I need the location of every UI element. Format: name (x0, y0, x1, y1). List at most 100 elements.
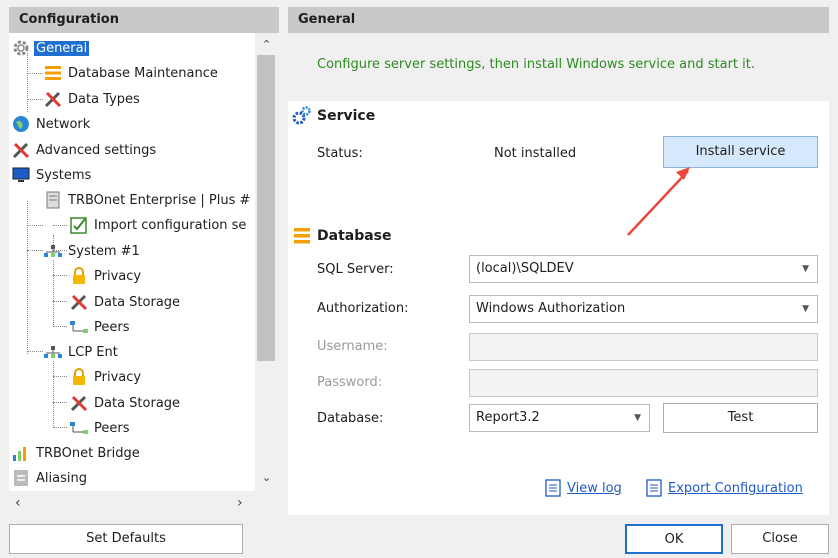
tree-item-general[interactable]: General (11, 37, 90, 59)
tree-item-network[interactable]: Network (11, 113, 92, 135)
tools-icon (43, 89, 63, 109)
sql-server-label: SQL Server: (317, 262, 394, 277)
password-label: Password: (317, 375, 383, 390)
tree-item-label: Privacy (94, 268, 142, 284)
tools-icon (11, 140, 31, 160)
log-file-icon (545, 479, 563, 497)
configuration-tree[interactable]: General Database Maintenance Data Types … (9, 33, 279, 515)
username-label: Username: (317, 339, 388, 354)
configuration-panel-title: Configuration (9, 7, 279, 33)
close-button[interactable]: Close (731, 524, 829, 554)
view-log-text[interactable]: View log (567, 481, 622, 496)
database-value: Report3.2 (476, 410, 540, 425)
chevron-down-icon[interactable]: ▼ (802, 256, 809, 282)
scroll-right-icon[interactable]: › (237, 495, 243, 511)
tree-item-label: Data Types (68, 91, 140, 107)
tree-item-systems[interactable]: Systems (11, 164, 93, 186)
tree-item-privacy[interactable]: Privacy (69, 366, 143, 388)
tree-item-lcp-ent[interactable]: LCP Ent (43, 341, 120, 363)
tools-icon (69, 393, 89, 413)
scroll-down-icon[interactable]: ⌄ (262, 471, 271, 484)
tree-item-privacy[interactable]: Privacy (69, 265, 143, 287)
tree-item-label: LCP Ent (68, 344, 118, 360)
tree-item-database-maintenance[interactable]: Database Maintenance (43, 62, 220, 84)
tree-item-trbonet-enterprise[interactable]: TRBOnet Enterprise | Plus # (43, 189, 252, 211)
tree-item-label: TRBOnet Enterprise | Plus # (68, 192, 251, 208)
general-settings-panel: Configure server settings, then install … (288, 33, 829, 515)
tree-item-label: Import configuration se (94, 217, 247, 233)
tree-item-label: Privacy (94, 369, 142, 385)
lock-icon (69, 266, 89, 286)
annotation-arrow (627, 167, 690, 236)
general-panel-title: General (288, 7, 829, 33)
system-network-icon (43, 241, 63, 261)
document-icon (11, 468, 31, 488)
database-title-text: Database (317, 227, 392, 244)
scrollbar-thumb[interactable] (257, 55, 275, 361)
scroll-left-icon[interactable]: ‹ (15, 495, 21, 511)
tree-item-label: Systems (36, 167, 92, 183)
tree-item-label: Data Storage (94, 395, 181, 411)
tree-item-label: TRBOnet Bridge (36, 445, 140, 461)
chevron-down-icon[interactable]: ▼ (802, 296, 809, 322)
tree-item-aliasing[interactable]: Aliasing (11, 467, 89, 489)
hint-text: Configure server settings, then install … (317, 57, 755, 72)
authorization-label: Authorization: (317, 301, 409, 316)
tree-item-system-1[interactable]: System #1 (43, 240, 142, 262)
tree-item-label: Network (36, 116, 91, 132)
service-title-text: Service (317, 108, 376, 124)
gear-icon (11, 38, 31, 58)
password-input[interactable] (469, 369, 818, 397)
tree-item-data-storage[interactable]: Data Storage (69, 291, 182, 313)
peers-icon (69, 317, 89, 337)
tree-vertical-scrollbar[interactable]: ⌃ ⌄ (255, 33, 279, 491)
tree-item-import-configuration[interactable]: Import configuration se (69, 214, 248, 236)
tree-item-label: Aliasing (36, 470, 87, 486)
tree-item-trbonet-bridge[interactable]: TRBOnet Bridge (11, 442, 142, 464)
ok-button[interactable]: OK (625, 524, 723, 554)
network-globe-icon (11, 114, 31, 134)
gears-icon (291, 106, 311, 126)
status-value: Not installed (494, 146, 577, 161)
export-file-icon (646, 479, 664, 497)
tree-item-peers[interactable]: Peers (69, 417, 132, 439)
status-label: Status: (317, 146, 363, 161)
tree-horizontal-scrollbar[interactable]: ‹ › (9, 491, 279, 515)
system-network-icon (43, 342, 63, 362)
server-icon (43, 190, 63, 210)
database-maintenance-icon (43, 63, 63, 83)
tree-item-label: General (34, 40, 90, 56)
set-defaults-button[interactable]: Set Defaults (9, 524, 243, 554)
database-icon (293, 227, 311, 244)
test-button[interactable]: Test (663, 403, 818, 433)
tree-item-advanced-settings[interactable]: Advanced settings (11, 139, 158, 161)
hint-bar: Configure server settings, then install … (288, 33, 829, 101)
bars-chart-icon (11, 443, 31, 463)
scroll-up-icon[interactable]: ⌃ (262, 38, 271, 51)
tree-item-data-storage[interactable]: Data Storage (69, 392, 182, 414)
database-combo[interactable]: Report3.2 ▼ (469, 404, 650, 432)
export-configuration-text[interactable]: Export Configuration (668, 481, 803, 496)
tree-item-label: Database Maintenance (68, 65, 218, 81)
lock-icon (69, 367, 89, 387)
export-configuration-link[interactable]: Export Configuration (646, 479, 803, 497)
tools-icon (69, 292, 89, 312)
sql-server-combo[interactable]: (local)\SQLDEV ▼ (469, 255, 818, 283)
authorization-combo[interactable]: Windows Authorization ▼ (469, 295, 818, 323)
tree-item-peers[interactable]: Peers (69, 316, 132, 338)
chevron-down-icon[interactable]: ▼ (634, 405, 641, 431)
peers-icon (69, 418, 89, 438)
tree-item-label: Advanced settings (36, 142, 157, 158)
authorization-value: Windows Authorization (476, 301, 626, 316)
database-section-title: Database (293, 227, 392, 244)
tree-item-label: Peers (94, 420, 130, 436)
tree-item-label: System #1 (68, 243, 140, 259)
tree-item-label: Data Storage (94, 294, 181, 310)
username-input[interactable] (469, 333, 818, 361)
view-log-link[interactable]: View log (545, 479, 622, 497)
service-section-title: Service (291, 106, 375, 126)
tree-item-data-types[interactable]: Data Types (43, 88, 142, 110)
sql-server-value: (local)\SQLDEV (476, 261, 574, 276)
tree-item-label: Peers (94, 319, 130, 335)
monitor-icon (11, 165, 31, 185)
